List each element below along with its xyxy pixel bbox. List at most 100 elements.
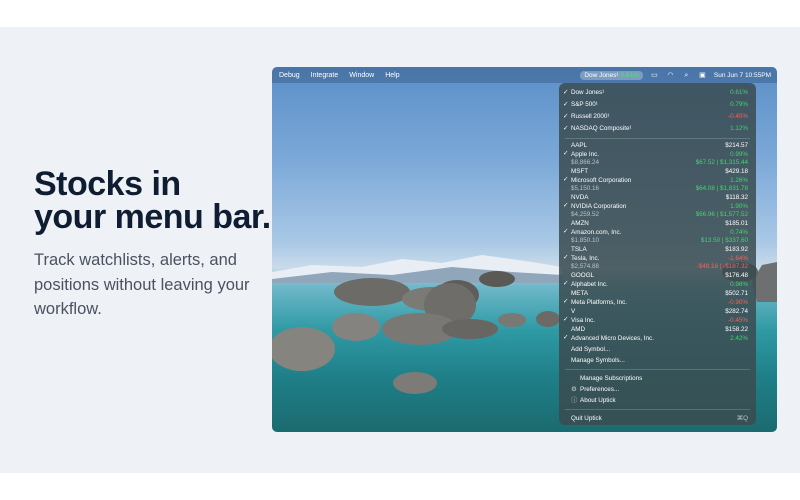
stock-name: Microsoft Corporation [571, 176, 632, 184]
checkmark-icon: ✓ [563, 202, 569, 209]
index-change: 0.79% [730, 101, 748, 108]
position-value: $1,850.10 [571, 237, 600, 244]
stock-name: Amazon.com, Inc. [571, 228, 622, 236]
stock-change: -0.90% [728, 298, 748, 306]
index-change: 1.12% [730, 125, 748, 132]
stock-row[interactable]: ✓ V $282.74 Visa Inc. -0.45% [559, 308, 756, 326]
stock-price: $214.57 [725, 142, 748, 149]
stock-price: $118.32 [725, 194, 748, 201]
search-icon[interactable]: ⌕ [682, 72, 691, 79]
divider [565, 369, 750, 370]
stock-symbol: AMZN [571, 220, 589, 227]
checkmark-icon: ✓ [563, 150, 569, 157]
position-gain: $66.96 | $1,577.52 [695, 211, 748, 218]
position-gain: $64.08 | $1,831.78 [695, 185, 748, 192]
stock-symbol: NVDA [571, 194, 589, 201]
stock-change: 0.98% [730, 280, 748, 288]
uptick-status-item[interactable]: Dow Jones¹ 0.61% [580, 70, 643, 80]
menu-integrate[interactable]: Integrate [311, 72, 339, 79]
checkmark-icon: ✓ [563, 228, 569, 235]
menu-debug[interactable]: Debug [279, 72, 300, 79]
title-line-2: your menu bar. [34, 198, 271, 236]
stock-symbol: TSLA [571, 246, 587, 253]
about-item[interactable]: ⓘ About Uptick [559, 395, 756, 406]
manage-subscriptions-item[interactable]: Manage Subscriptions [559, 373, 756, 384]
preferences-item[interactable]: ⚙ Preferences... [559, 384, 756, 395]
position-gain: $67.52 | $1,315.44 [695, 159, 748, 166]
manage-symbols-item[interactable]: Manage Symbols... [559, 355, 756, 366]
index-row[interactable]: ✓ Russell 2000¹ -0.40% [559, 111, 756, 123]
gear-icon: ⚙ [571, 386, 577, 393]
stock-change: -1.64% [728, 254, 748, 262]
quit-label: Quit Uptick [571, 415, 602, 422]
stock-price: $282.74 [725, 308, 748, 315]
checkmark-icon: ✓ [563, 254, 569, 261]
index-row[interactable]: ✓ Dow Jones¹ 0.61% [559, 87, 756, 99]
stock-row[interactable]: ✓ NVDA $118.32 NVIDIA Corporation 1.90% $4,25… [559, 194, 756, 220]
desktop-screenshot: Debug Integrate Window Help Dow Jones¹ 0… [272, 67, 777, 432]
stock-change: 1.26% [730, 176, 748, 184]
stock-change: 1.90% [730, 202, 748, 210]
stock-row[interactable]: ✓ META $502.71 Meta Platforms, Inc. -0.90% [559, 290, 756, 308]
stock-symbol: META [571, 290, 589, 297]
position-gain: $13.50 | $337.60 [700, 237, 748, 244]
date-time[interactable]: Sun Jun 7 10:55PM [714, 72, 771, 79]
index-name: NASDAQ Composite¹ [571, 125, 632, 132]
stock-change: -0.45% [728, 316, 748, 324]
page-title: Stocks in your menu bar. [34, 165, 274, 236]
checkmark-icon: ✓ [563, 298, 569, 305]
position-value: $4,259.52 [571, 211, 600, 218]
stock-row[interactable]: ✓ TSLA $183.92 Tesla, Inc. -1.64% $2,574.88 -$… [559, 246, 756, 272]
wifi-icon[interactable]: ◠ [666, 72, 675, 79]
divider [565, 138, 750, 139]
stock-row[interactable]: ✓ GOOGL $176.48 Alphabet Inc. 0.98% [559, 272, 756, 290]
control-center-icon[interactable]: ▣ [698, 72, 707, 79]
checkmark-icon: ✓ [563, 334, 569, 341]
index-name: S&P 500¹ [571, 101, 598, 108]
stock-list: ✓ AAPL $214.57 Apple Inc. 0.99% $8,866.24 $67.… [559, 142, 756, 344]
stock-name: Apple Inc. [571, 150, 600, 158]
checkmark-icon: ✓ [563, 89, 569, 96]
stock-symbol: MSFT [571, 168, 589, 175]
battery-icon[interactable]: ▭ [650, 72, 659, 79]
stock-name: Tesla, Inc. [571, 254, 600, 262]
status-area: Dow Jones¹ 0.61% ▭ ◠ ⌕ ▣ Sun Jun 7 10:55… [580, 67, 771, 83]
menu-help[interactable]: Help [385, 72, 399, 79]
stock-price: $429.18 [725, 168, 748, 175]
stock-name: Meta Platforms, Inc. [571, 298, 627, 306]
stock-price: $185.01 [725, 220, 748, 227]
checkmark-icon: ✓ [563, 176, 569, 183]
stock-change: 0.99% [730, 150, 748, 158]
stock-row[interactable]: ✓ AMZN $185.01 Amazon.com, Inc. 0.74% $1,850.… [559, 220, 756, 246]
index-name: Russell 2000¹ [571, 113, 610, 120]
ticker-change: 0.61% [620, 71, 639, 79]
quit-item[interactable]: Quit Uptick ⌘Q [559, 413, 756, 424]
stock-price: $183.92 [725, 246, 748, 253]
checkmark-icon: ✓ [563, 316, 569, 323]
about-label: About Uptick [580, 397, 616, 404]
info-icon: ⓘ [571, 397, 578, 404]
title-line-1: Stocks in [34, 165, 181, 203]
ticker-label: Dow Jones¹ [584, 71, 619, 79]
position-value: $8,866.24 [571, 159, 600, 166]
uptick-dropdown-menu: ✓ Dow Jones¹ 0.61% ✓ S&P 500¹ 0.79% ✓ Ru… [559, 83, 756, 425]
stock-price: $158.22 [725, 326, 748, 333]
stock-row[interactable]: ✓ MSFT $429.18 Microsoft Corporation 1.26% $5… [559, 168, 756, 194]
preferences-label: Preferences... [580, 386, 620, 393]
stock-name: NVIDIA Corporation [571, 202, 627, 210]
stock-row[interactable]: ✓ AAPL $214.57 Apple Inc. 0.99% $8,866.24 $67.… [559, 142, 756, 168]
index-row[interactable]: ✓ NASDAQ Composite¹ 1.12% [559, 123, 756, 135]
checkmark-icon: ✓ [563, 125, 569, 132]
position-value: $2,574.88 [571, 263, 600, 270]
checkmark-icon: ✓ [563, 113, 569, 120]
index-name: Dow Jones¹ [571, 89, 605, 96]
add-symbol-item[interactable]: Add Symbol... [559, 344, 756, 355]
stock-name: Advanced Micro Devices, Inc. [571, 334, 654, 342]
menu-window[interactable]: Window [349, 72, 374, 79]
stock-change: 0.74% [730, 228, 748, 236]
checkmark-icon: ✓ [563, 280, 569, 287]
index-row[interactable]: ✓ S&P 500¹ 0.79% [559, 99, 756, 111]
stock-row[interactable]: ✓ AMD $158.22 Advanced Micro Devices, Inc. 2… [559, 326, 756, 344]
position-gain: -$48.16 | -$187.32 [696, 263, 748, 270]
checkmark-icon: ✓ [563, 101, 569, 108]
